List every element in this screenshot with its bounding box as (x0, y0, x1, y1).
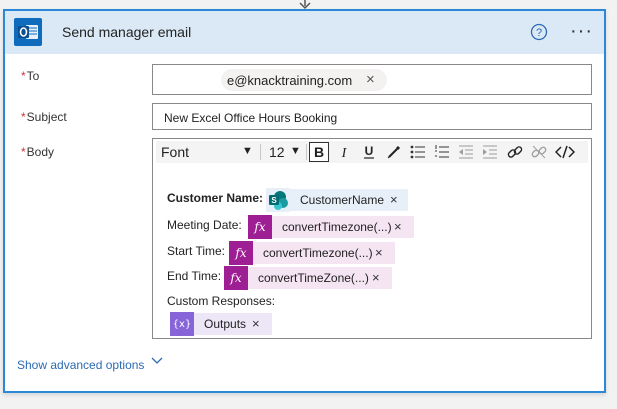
chevron-down-icon[interactable] (151, 356, 163, 366)
sharepoint-icon: S (266, 188, 290, 212)
token-label: CustomerName (300, 193, 385, 207)
required-mark: * (21, 110, 26, 124)
indent-icon[interactable] (480, 142, 500, 162)
body-line-label: Start Time: (167, 244, 226, 258)
body-line-label: End Time: (167, 269, 222, 283)
token-label: convertTimezone(...) (263, 246, 373, 260)
rich-text-toolbar: Font ▼ 12 ▼ B I U (156, 141, 588, 163)
subject-field[interactable]: New Excel Office Hours Booking (152, 103, 592, 130)
link-icon[interactable] (505, 142, 525, 162)
underline-icon[interactable]: U (359, 142, 379, 162)
expression-token[interactable]: fx convertTimezone(...) × (248, 215, 414, 239)
expression-token[interactable]: fx convertTimezone(...) × (229, 241, 395, 265)
expression-fx-icon: fx (248, 215, 272, 239)
unlink-icon[interactable] (529, 142, 549, 162)
outlook-icon (14, 18, 42, 46)
body-editor[interactable]: Font ▼ 12 ▼ B I U Customer Name: S Custo… (152, 138, 592, 339)
remove-token-icon[interactable]: × (394, 219, 402, 234)
card-title: Send manager email (62, 24, 192, 40)
remove-token-icon[interactable]: × (390, 192, 398, 207)
remove-token-icon[interactable]: × (372, 270, 380, 285)
subject-value: New Excel Office Hours Booking (164, 111, 338, 125)
token-label: Outputs (204, 317, 247, 331)
show-advanced-options-link[interactable]: Show advanced options (17, 358, 144, 372)
remove-recipient-icon[interactable]: × (366, 71, 375, 88)
dynamic-content-token[interactable]: S CustomerName × (266, 188, 408, 212)
help-icon[interactable]: ? (530, 23, 548, 41)
remove-token-icon[interactable]: × (375, 245, 383, 260)
pen-icon[interactable] (384, 142, 404, 162)
toolbar-divider (306, 144, 307, 160)
font-size-select[interactable]: 12 (269, 144, 285, 160)
numbered-list-icon[interactable] (432, 142, 452, 162)
font-dropdown-icon[interactable]: ▼ (242, 145, 253, 157)
variable-token[interactable]: {x} Outputs × (170, 312, 272, 336)
svg-text:S: S (271, 196, 277, 205)
body-line-label: Customer Name: (167, 191, 264, 205)
svg-text:?: ? (536, 27, 542, 39)
email-recipient-text: e@knacktraining.com (227, 73, 353, 88)
body-label: *Body (21, 145, 55, 159)
code-view-icon[interactable] (555, 142, 575, 162)
action-card: Send manager email ? ··· *To e@knacktrai… (3, 9, 606, 393)
required-mark: * (21, 69, 26, 83)
expression-token[interactable]: fx convertTimeZone(...) × (224, 266, 392, 290)
token-label: convertTimeZone(...) (258, 271, 369, 285)
bold-icon[interactable]: B (309, 142, 329, 162)
required-mark: * (21, 145, 26, 159)
expression-fx-icon: fx (229, 241, 253, 265)
email-recipient-pill[interactable]: e@knacktraining.com × (221, 69, 387, 91)
toolbar-divider (260, 144, 261, 160)
to-field[interactable]: e@knacktraining.com × (152, 64, 592, 95)
font-size-dropdown-icon[interactable]: ▼ (290, 145, 301, 157)
card-header[interactable]: Send manager email ? ··· (5, 11, 604, 54)
expression-fx-icon: fx (224, 266, 248, 290)
remove-token-icon[interactable]: × (252, 316, 260, 331)
svg-text:I: I (341, 146, 348, 159)
subject-label: *Subject (21, 110, 67, 124)
body-line-label: Meeting Date: (167, 218, 242, 232)
more-options-icon[interactable]: ··· (570, 21, 593, 41)
svg-text:B: B (314, 145, 324, 159)
variable-icon: {x} (170, 312, 194, 336)
body-line-label: Custom Responses: (167, 294, 276, 308)
bullet-list-icon[interactable] (408, 142, 428, 162)
font-select[interactable]: Font (161, 144, 189, 160)
token-label: convertTimezone(...) (282, 220, 392, 234)
to-label: *To (21, 69, 40, 83)
outdent-icon[interactable] (456, 142, 476, 162)
svg-text:U: U (365, 144, 374, 158)
italic-icon[interactable]: I (334, 142, 354, 162)
